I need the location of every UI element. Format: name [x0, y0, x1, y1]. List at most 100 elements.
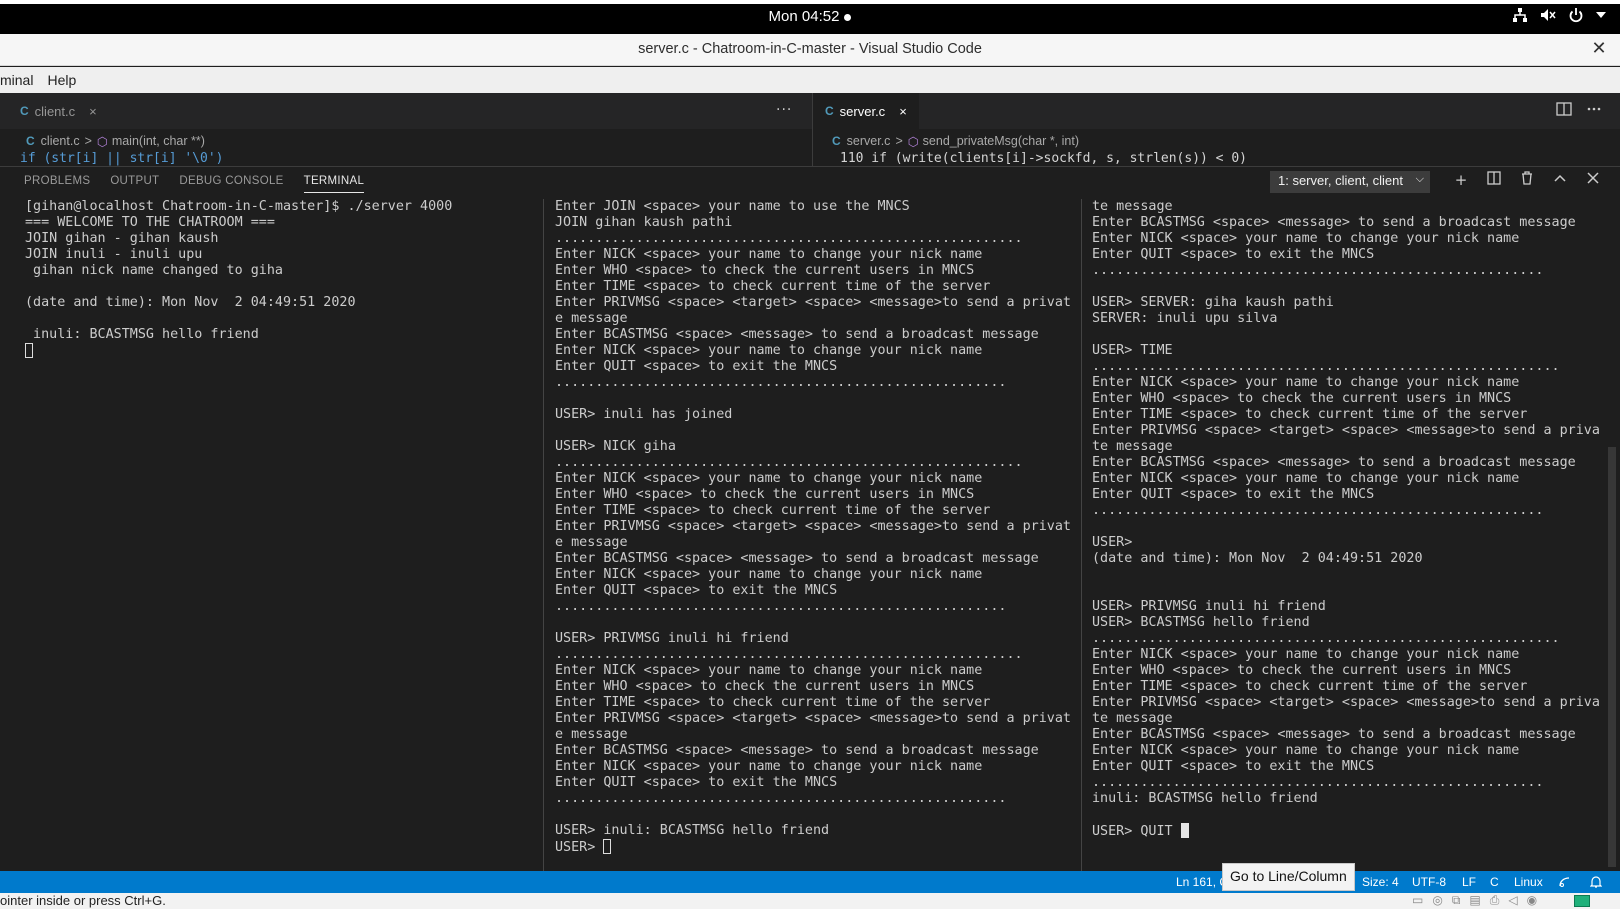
- tab-close-icon[interactable]: ×: [89, 104, 97, 119]
- tab-client-c[interactable]: C client.c ×: [8, 93, 109, 129]
- tab-close-icon[interactable]: ×: [899, 104, 907, 119]
- system-clock[interactable]: Mon 04:52: [0, 8, 1620, 25]
- tab-problems[interactable]: PROBLEMS: [24, 175, 90, 193]
- chevron-up-icon[interactable]: [1551, 171, 1569, 189]
- tab-debug-console[interactable]: DEBUG CONSOLE: [179, 175, 283, 193]
- window-close-button[interactable]: ✕: [1588, 38, 1610, 60]
- breadcrumb-file[interactable]: server.c: [847, 134, 891, 148]
- terminal-line: Enter NICK <space> your name to change y…: [555, 247, 983, 262]
- terminal-line: ........................................…: [555, 455, 1023, 470]
- terminal-line: te message: [1092, 711, 1173, 726]
- terminal-line: inuli: BCASTMSG hello friend: [25, 327, 259, 342]
- terminal-prompt: USER> QUIT: [1092, 824, 1181, 839]
- trash-icon[interactable]: [1518, 171, 1536, 189]
- menu-terminal[interactable]: minal: [0, 72, 33, 88]
- right-code-peek[interactable]: 110 if (write(clients[i]->sockfd, s, str…: [840, 151, 1540, 166]
- audio-icon[interactable]: ◁: [1508, 893, 1517, 908]
- terminal-line: Enter NICK <space> your name to change y…: [1092, 471, 1520, 486]
- network-adapter-icon[interactable]: ◉: [1527, 893, 1537, 908]
- terminal-prompt: USER>: [555, 840, 604, 855]
- split-editor-icon[interactable]: [1556, 102, 1572, 116]
- terminal-line: Enter BCASTMSG <space> <message> to send…: [555, 743, 1039, 758]
- volume-muted-icon: [1541, 9, 1556, 21]
- terminal-scrollbar[interactable]: [1608, 447, 1616, 867]
- more-actions-icon[interactable]: [1586, 102, 1602, 116]
- terminal-line: ........................................…: [1092, 631, 1560, 646]
- terminal-line: USER> PRIVMSG inuli hi friend: [555, 631, 789, 646]
- split-terminal-icon[interactable]: [1485, 171, 1503, 189]
- breadcrumb-file[interactable]: client.c: [41, 134, 80, 148]
- terminal-line: USER> NICK giha: [555, 439, 676, 454]
- terminal-split-divider[interactable]: [1081, 199, 1082, 871]
- os-indicator[interactable]: Linux: [1514, 875, 1543, 889]
- terminal-client-1[interactable]: Enter JOIN <space> your name to use the …: [555, 199, 1075, 871]
- terminal-server[interactable]: [gihan@localhost Chatroom-in-C-master]$ …: [25, 199, 540, 871]
- feedback-icon[interactable]: [1558, 875, 1572, 892]
- left-code-peek[interactable]: if (str[i] || str[i] '\0'): [20, 151, 720, 166]
- language-mode[interactable]: C: [1490, 875, 1499, 889]
- cursor-position[interactable]: Ln 161, C: [1176, 875, 1228, 889]
- terminal-line: Enter PRIVMSG <space> <target> <space> <…: [555, 295, 1071, 310]
- tab-size[interactable]: Size: 4: [1362, 875, 1399, 889]
- terminal-line: ........................................…: [1092, 503, 1544, 518]
- usb-icon[interactable]: ⧉: [1452, 893, 1461, 908]
- network-icon: [1513, 8, 1527, 22]
- terminal-split-divider[interactable]: [543, 199, 544, 871]
- terminal-line: ........................................…: [1092, 775, 1544, 790]
- menu-help[interactable]: Help: [47, 72, 76, 88]
- terminal-line: e message: [555, 727, 628, 742]
- terminal-line: USER> BCASTMSG hello friend: [1092, 615, 1310, 630]
- tab-server-c[interactable]: C server.c ×: [813, 93, 919, 129]
- more-actions-icon[interactable]: ···: [776, 102, 792, 118]
- breadcrumb-symbol[interactable]: main(int, char **): [112, 134, 205, 148]
- terminal-line: Enter PRIVMSG <space> <target> <space> <…: [555, 711, 1071, 726]
- terminal-line: Enter BCASTMSG <space> <message> to send…: [1092, 727, 1576, 742]
- printer-icon[interactable]: ⎙: [1490, 893, 1500, 908]
- terminal-line: Enter TIME <space> to check current time…: [555, 279, 991, 294]
- window-titlebar: server.c - Chatroom-in-C-master - Visual…: [0, 34, 1620, 66]
- terminal-line: [gihan@localhost Chatroom-in-C-master]$ …: [25, 199, 453, 214]
- terminal-line: JOIN gihan - gihan kaush: [25, 231, 219, 246]
- system-tray[interactable]: [1512, 7, 1606, 23]
- host-key-indicator[interactable]: [1574, 895, 1590, 907]
- terminal-line: Enter BCASTMSG <space> <message> to send…: [555, 551, 1039, 566]
- plus-icon[interactable]: +: [1452, 171, 1470, 189]
- terminal-line: (date and time): Mon Nov 2 04:49:51 2020: [25, 295, 356, 310]
- terminal-line: SERVER: inuli upu silva: [1092, 311, 1278, 326]
- breadcrumb-symbol[interactable]: send_privateMsg(char *, int): [923, 134, 1079, 148]
- c-file-icon: C: [20, 104, 29, 118]
- optical-drive-icon[interactable]: ◎: [1432, 893, 1442, 908]
- encoding[interactable]: UTF-8: [1412, 875, 1446, 889]
- terminal-line: Enter PRIVMSG <space> <target> <space> <…: [1092, 423, 1600, 438]
- terminal-line: Enter BCASTMSG <space> <message> to send…: [555, 327, 1039, 342]
- terminal-line: ........................................…: [1092, 263, 1544, 278]
- shared-folder-icon[interactable]: ▤: [1469, 893, 1480, 908]
- editor-split-divider[interactable]: [812, 93, 813, 166]
- terminal-line: te message: [1092, 439, 1173, 454]
- tab-output[interactable]: OUTPUT: [110, 175, 159, 193]
- terminal-line: USER> inuli has joined: [555, 407, 733, 422]
- terminal-line: ........................................…: [555, 375, 1007, 390]
- tab-terminal[interactable]: TERMINAL: [303, 175, 365, 193]
- terminal-client-2[interactable]: te message Enter BCASTMSG <space> <messag…: [1092, 199, 1607, 871]
- close-icon[interactable]: [1584, 171, 1602, 189]
- terminal-cursor: [25, 343, 33, 358]
- terminal-line: te message: [1092, 199, 1173, 214]
- dropdown-arrow-icon: [1596, 12, 1606, 18]
- terminal-line: ........................................…: [555, 647, 1023, 662]
- bell-icon[interactable]: [1589, 875, 1603, 892]
- terminal-line: Enter NICK <space> your name to change y…: [1092, 647, 1520, 662]
- terminal-line: ........................................…: [555, 791, 1007, 806]
- terminal-line: Enter QUIT <space> to exit the MNCS: [555, 775, 838, 790]
- top-edge: [0, 0, 1620, 4]
- terminal-select-dropdown[interactable]: 1: server, client, client ⌵: [1270, 171, 1430, 193]
- terminal-line: Enter QUIT <space> to exit the MNCS: [555, 583, 838, 598]
- end-of-line[interactable]: LF: [1462, 875, 1476, 889]
- power-icon: [1569, 8, 1583, 23]
- hard-disk-icon[interactable]: ▭: [1412, 893, 1423, 908]
- terminal-line: USER> inuli: BCASTMSG hello friend: [555, 823, 830, 838]
